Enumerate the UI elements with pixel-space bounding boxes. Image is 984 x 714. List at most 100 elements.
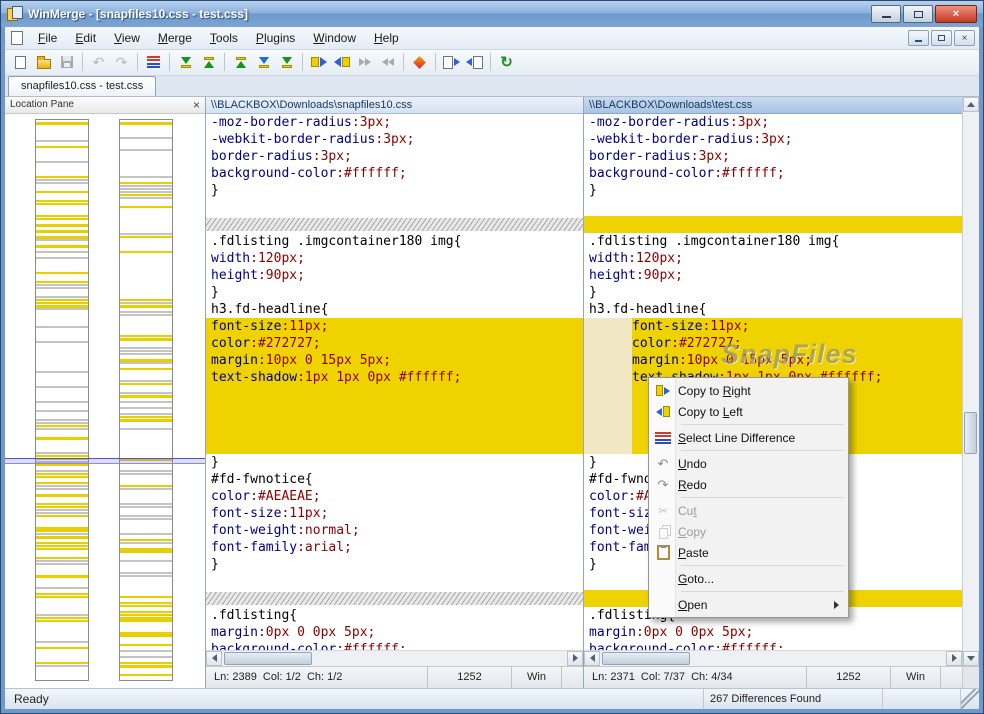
menu-help[interactable]: Help bbox=[365, 28, 408, 48]
copy-left-button[interactable] bbox=[330, 52, 353, 73]
copy-all-right-button[interactable] bbox=[440, 52, 463, 73]
code-line: text-shadow:1px 1px 0px #ffffff; bbox=[206, 369, 583, 386]
code-line bbox=[206, 437, 583, 454]
menu-window[interactable]: Window bbox=[304, 28, 365, 48]
leading-whitespace-diff bbox=[584, 369, 632, 386]
location-pane-close-icon[interactable]: × bbox=[193, 100, 200, 110]
location-pane-header: Location Pane × bbox=[5, 97, 205, 114]
close-button[interactable]: × bbox=[935, 5, 977, 23]
close-icon: × bbox=[953, 8, 959, 20]
code-line: } bbox=[584, 284, 962, 301]
toolbar-separator bbox=[403, 53, 404, 71]
toolbar-separator bbox=[302, 53, 303, 71]
code-line: font-family:arial; bbox=[206, 539, 583, 556]
vertical-scrollbar[interactable] bbox=[963, 97, 979, 688]
resize-grip[interactable] bbox=[961, 689, 979, 709]
menu-separator bbox=[681, 424, 844, 425]
context-menu-item-goto[interactable]: Goto... bbox=[651, 568, 846, 589]
code-line: margin:0px 0 0px 5px; bbox=[584, 624, 962, 641]
context-menu-item-open[interactable]: Open bbox=[651, 594, 846, 615]
context-menu-item-copy: Copy bbox=[651, 521, 846, 542]
maximize-button[interactable] bbox=[903, 5, 933, 23]
current-difference-button[interactable] bbox=[252, 52, 275, 73]
mdi-minimize-button[interactable] bbox=[908, 30, 929, 46]
scroll-right-button[interactable] bbox=[946, 651, 962, 666]
menu-edit[interactable]: Edit bbox=[66, 28, 105, 48]
arrow-icon bbox=[181, 57, 191, 64]
menu-file[interactable]: File bbox=[29, 28, 66, 48]
refresh-icon bbox=[500, 53, 513, 71]
menu-merge[interactable]: Merge bbox=[149, 28, 201, 48]
code-line: font-size:11px; bbox=[206, 318, 583, 335]
context-menu-item-copy-to-right[interactable]: Copy to Right bbox=[651, 380, 846, 401]
context-menu-item-paste[interactable]: Paste bbox=[651, 542, 846, 563]
tab-snapfiles10-test[interactable]: snapfiles10.css - test.css bbox=[8, 76, 156, 96]
code-line: } bbox=[206, 454, 583, 471]
menu-item-label: Select Line Difference bbox=[678, 431, 795, 445]
first-difference-button[interactable] bbox=[229, 52, 252, 73]
auto-merge-button[interactable] bbox=[408, 52, 431, 73]
scroll-up-button[interactable] bbox=[963, 97, 979, 112]
last-difference-button[interactable] bbox=[275, 52, 298, 73]
toolbar-separator bbox=[224, 53, 225, 71]
context-menu-item-redo[interactable]: Redo bbox=[651, 474, 846, 495]
mdi-close-button[interactable]: × bbox=[954, 30, 975, 46]
next-difference-button[interactable] bbox=[174, 52, 197, 73]
refresh-button[interactable] bbox=[495, 52, 518, 73]
mdi-document-icon[interactable] bbox=[11, 31, 23, 45]
copy-all-left-button[interactable] bbox=[463, 52, 486, 73]
menu-plugins[interactable]: Plugins bbox=[247, 28, 304, 48]
scrollbar-track[interactable] bbox=[222, 651, 567, 666]
context-menu-item-select-line-difference[interactable]: Select Line Difference bbox=[651, 427, 846, 448]
code-line: font-weight:normal; bbox=[206, 522, 583, 539]
left-code-area[interactable]: -moz-border-radius:3px;-webkit-border-ra… bbox=[206, 114, 583, 650]
toolbar-separator bbox=[82, 53, 83, 71]
scroll-left-button[interactable] bbox=[206, 651, 222, 666]
previous-difference-button[interactable] bbox=[197, 52, 220, 73]
location-pane-title: Location Pane bbox=[10, 99, 74, 110]
code-line bbox=[584, 216, 962, 233]
left-pane-status-bar: Ln: 2389 Col: 1/2 Ch: 1/2 1252 Win bbox=[206, 666, 583, 688]
context-menu-item-copy-to-left[interactable]: Copy to Left bbox=[651, 401, 846, 422]
diff-bar-icon bbox=[282, 65, 292, 68]
undo-button bbox=[87, 52, 110, 73]
arrow-down-icon bbox=[967, 656, 975, 661]
context-menu-item-undo[interactable]: Undo bbox=[651, 453, 846, 474]
location-map-left[interactable] bbox=[35, 119, 89, 681]
location-map-right[interactable] bbox=[119, 119, 173, 681]
copy-left-and-advance-icon bbox=[382, 58, 394, 66]
new-file-button[interactable] bbox=[9, 52, 32, 73]
leading-whitespace-diff bbox=[584, 437, 632, 454]
mdi-restore-button[interactable] bbox=[931, 30, 952, 46]
scrollbar-thumb[interactable] bbox=[964, 412, 977, 454]
scroll-down-button[interactable] bbox=[963, 651, 979, 666]
scroll-right-button[interactable] bbox=[567, 651, 583, 666]
left-horizontal-scrollbar[interactable] bbox=[206, 650, 583, 666]
right-horizontal-scrollbar[interactable] bbox=[584, 650, 962, 666]
menu-bar: FileEditViewMergeToolsPluginsWindowHelp … bbox=[5, 27, 979, 50]
code-line bbox=[206, 573, 583, 590]
minimize-button[interactable] bbox=[871, 5, 901, 23]
menu-separator bbox=[681, 450, 844, 451]
code-line: -webkit-border-radius:3px; bbox=[206, 131, 583, 148]
scrollbar-track[interactable] bbox=[600, 651, 946, 666]
scrollbar-thumb[interactable] bbox=[602, 652, 690, 665]
code-line: } bbox=[206, 182, 583, 199]
status-pad bbox=[940, 667, 962, 688]
select-line-difference-button[interactable] bbox=[142, 52, 165, 73]
new-file-icon bbox=[15, 56, 26, 69]
scroll-left-button[interactable] bbox=[584, 651, 600, 666]
arrow-icon bbox=[282, 57, 292, 64]
mdi-window-controls: × bbox=[908, 30, 975, 46]
code-line: h3.fd-headline{ bbox=[206, 301, 583, 318]
scrollbar-track[interactable] bbox=[963, 112, 979, 651]
copy-right-and-advance-button bbox=[353, 52, 376, 73]
menu-view[interactable]: View bbox=[105, 28, 149, 48]
code-line: } bbox=[584, 182, 962, 199]
copy-right-button[interactable] bbox=[307, 52, 330, 73]
winmerge-window: WinMerge - [snapfiles10.css - test.css] … bbox=[0, 0, 984, 714]
menu-tools[interactable]: Tools bbox=[201, 28, 247, 48]
scrollbar-thumb[interactable] bbox=[224, 652, 312, 665]
open-file-button[interactable] bbox=[32, 52, 55, 73]
copy-all-left-icon bbox=[466, 56, 483, 69]
